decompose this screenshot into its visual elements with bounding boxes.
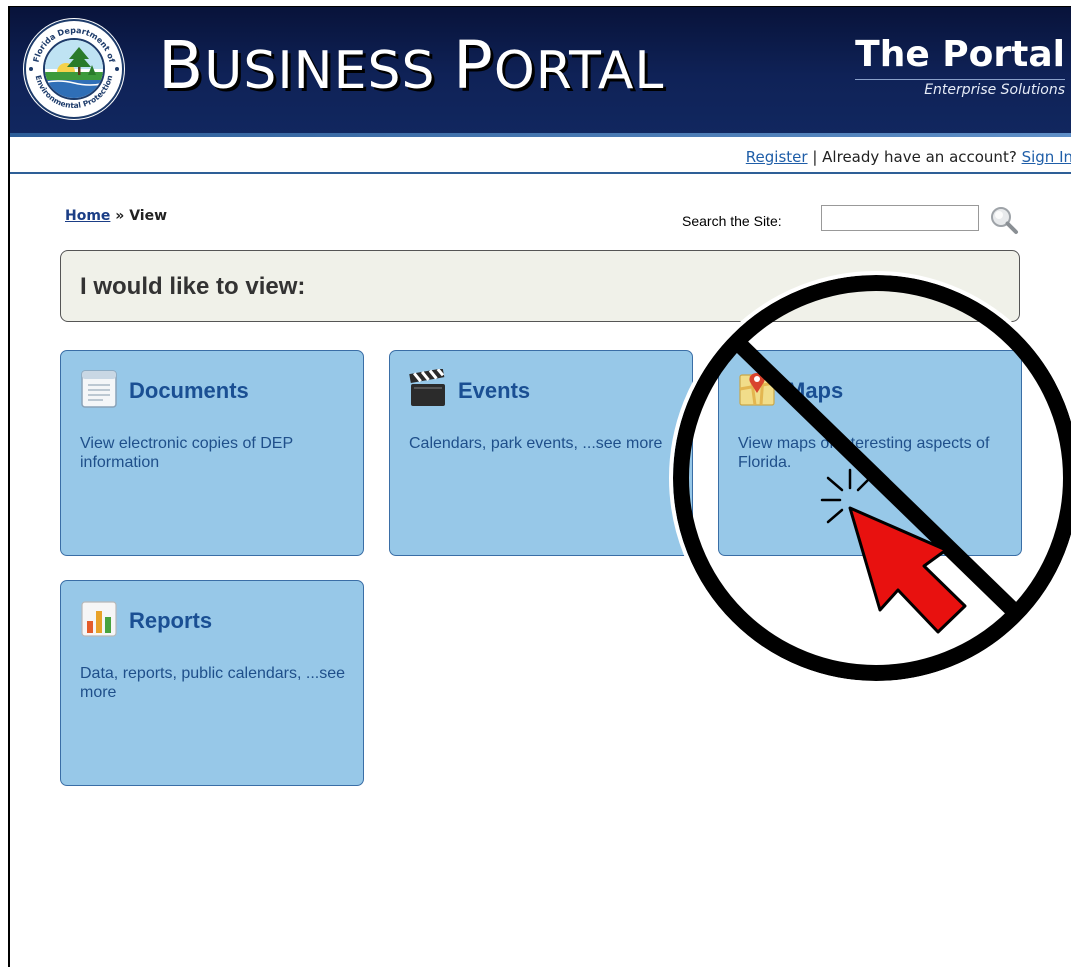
brand-tagline: Enterprise Solutions [924, 82, 1065, 98]
account-separator: | [812, 148, 818, 166]
tile-maps-title: Maps [787, 378, 844, 403]
title-word-business: USINESS [204, 41, 436, 101]
tile-reports[interactable]: Reports Data, reports, public calendars,… [60, 580, 364, 786]
tile-events-title: Events [458, 378, 531, 403]
tile-maps[interactable]: Maps View maps of interesting aspects of… [718, 350, 1022, 556]
clapperboard-icon [409, 369, 445, 406]
breadcrumb: Home » View [65, 208, 167, 224]
tile-events-description: Calendars, park events, ...see more [409, 435, 663, 452]
search-label: Search the Site: [682, 213, 782, 229]
tile-documents[interactable]: Documents View electronic copies of DEP … [60, 350, 364, 556]
brand-name: The Portal [855, 34, 1065, 75]
register-link[interactable]: Register [746, 148, 808, 166]
tile-documents-title: Documents [129, 378, 249, 403]
tile-reports-title: Reports [129, 608, 213, 633]
breadcrumb-separator: » [115, 208, 125, 224]
view-heading-box: I would like to view: [60, 250, 1020, 322]
document-icon [81, 370, 117, 408]
search-icon[interactable] [989, 205, 1019, 235]
bar-chart-icon [81, 601, 117, 637]
tile-events[interactable]: Events Calendars, park events, ...see mo… [389, 350, 693, 556]
page-heading: I would like to view: [80, 273, 306, 300]
dep-seal-logo: Florida Department of Environmental Prot… [23, 18, 125, 120]
account-bar: Register | Already have an account? Sign… [10, 140, 1071, 174]
title-initial-p: P [453, 27, 494, 104]
breadcrumb-current: View [129, 208, 168, 224]
brand-divider [855, 79, 1065, 80]
tile-reports-description: Data, reports, public calendars, ...see … [80, 665, 346, 701]
search-input[interactable] [821, 205, 979, 231]
map-pin-icon [739, 373, 775, 406]
brand-block: The Portal Enterprise Solutions [855, 35, 1065, 98]
title-word-portal: ORTAL [493, 41, 665, 101]
sign-in-link[interactable]: Sign In [1022, 148, 1071, 166]
site-title: BUSINESS PORTAL [158, 27, 664, 104]
title-initial-b: B [158, 27, 205, 104]
banner-divider [10, 133, 1071, 137]
tile-documents-description: View electronic copies of DEP informatio… [80, 435, 293, 471]
account-prompt: Already have an account? [822, 148, 1017, 166]
breadcrumb-home-link[interactable]: Home [65, 208, 110, 224]
browser-frame: Florida Department of Environmental Prot… [8, 6, 1071, 967]
header-banner: Florida Department of Environmental Prot… [10, 7, 1071, 133]
tile-maps-description: View maps of interesting aspects of Flor… [738, 435, 990, 471]
